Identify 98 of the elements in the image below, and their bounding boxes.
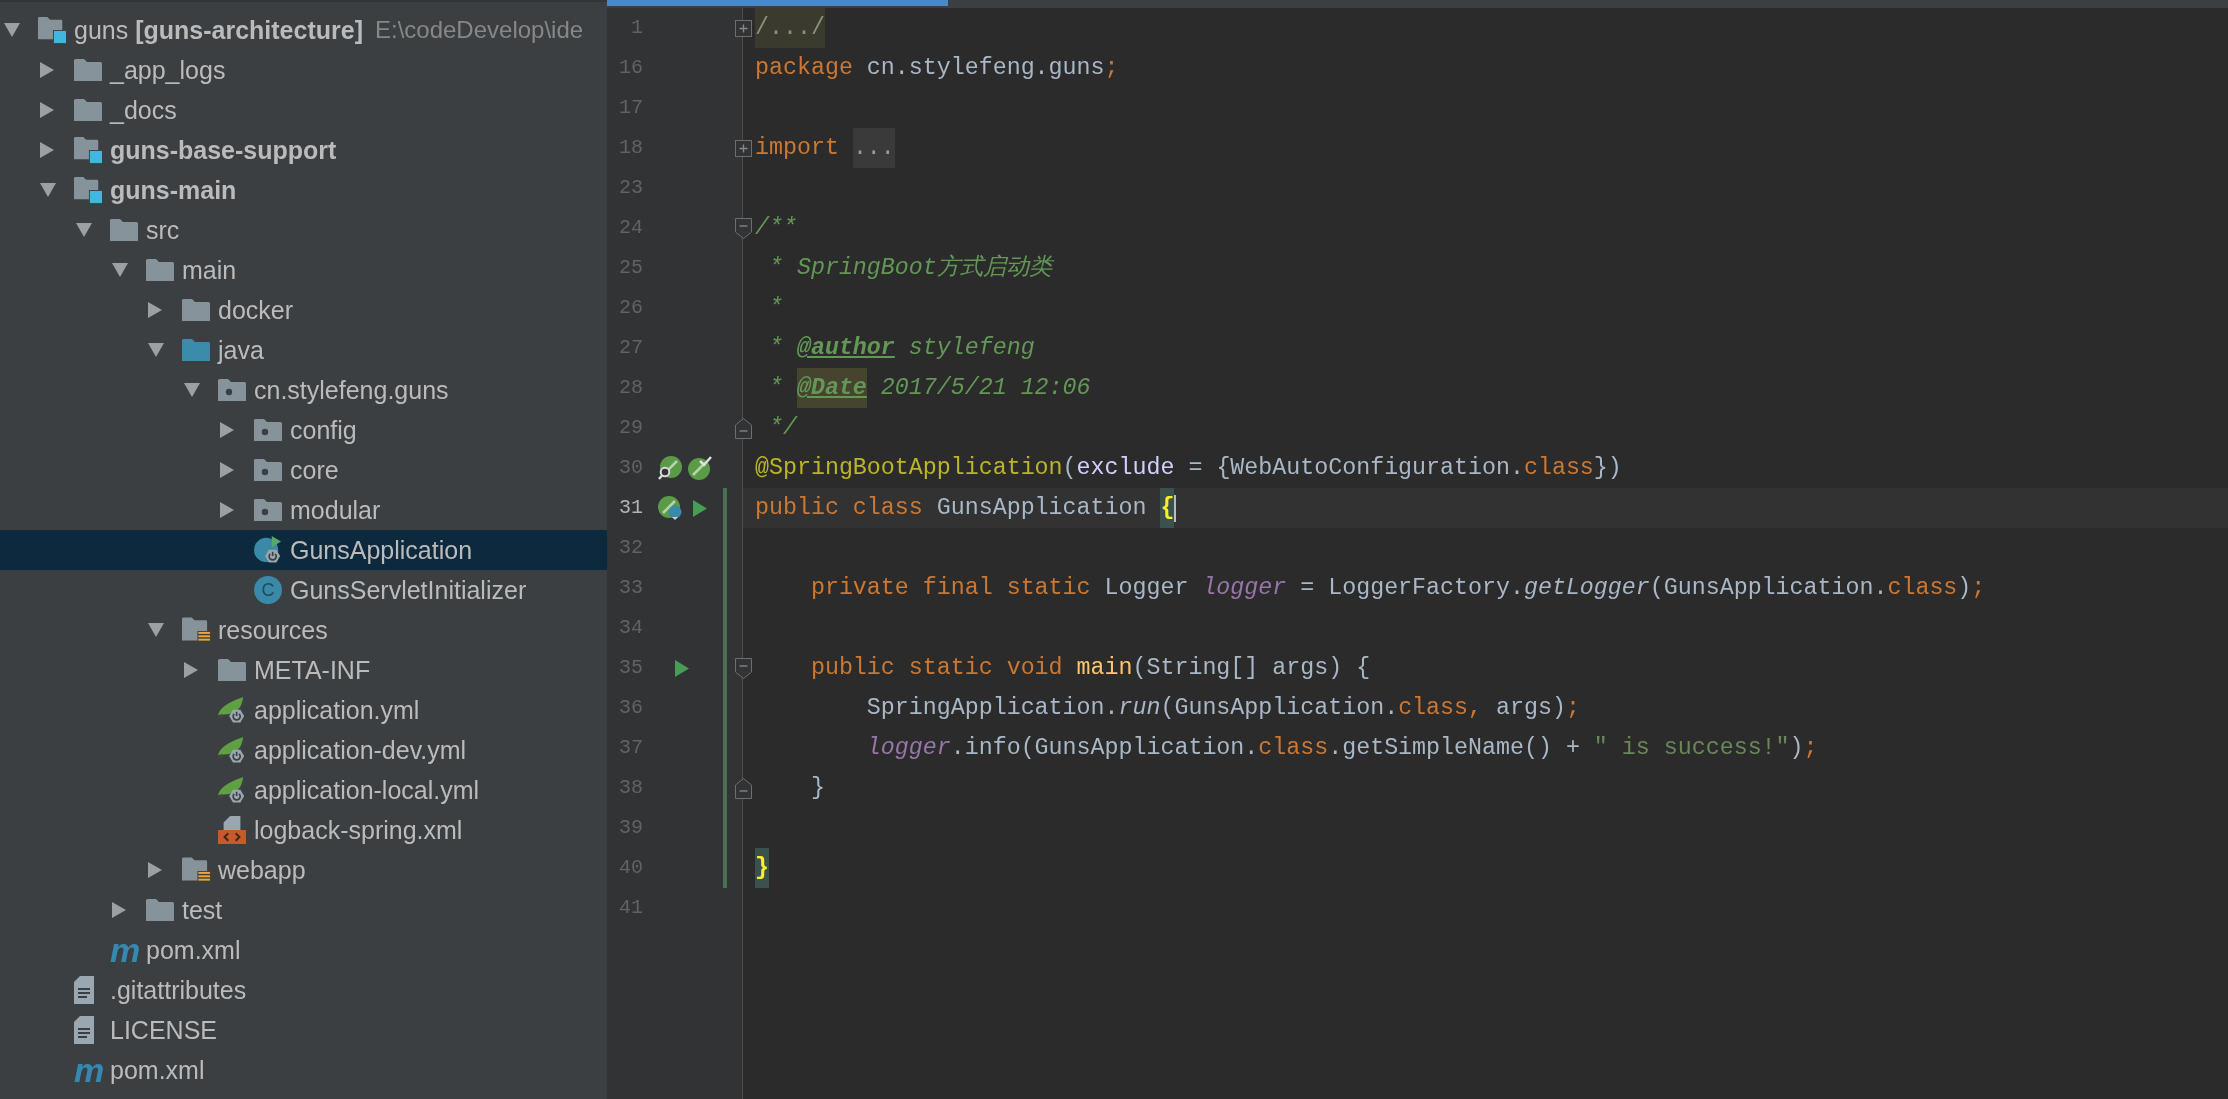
tree-item[interactable]: test (0, 890, 607, 930)
package-folder-icon (254, 499, 282, 521)
package-folder-icon (218, 379, 246, 401)
tree-item[interactable]: application-local.yml (0, 770, 607, 810)
code-line: public class GunsApplication { (755, 488, 1175, 528)
leaf-check-icon[interactable] (688, 456, 712, 480)
source-folder-icon (182, 339, 210, 361)
tree-item[interactable]: application.yml (0, 690, 607, 730)
fold-expand-icon[interactable] (735, 19, 752, 37)
tree-item[interactable]: java (0, 330, 607, 370)
folder-icon (74, 99, 102, 121)
package-folder-icon (254, 459, 282, 481)
m-letter-icon: m (110, 938, 141, 962)
code-line: * @author stylefeng (767, 334, 1035, 363)
c-circle-icon: C (254, 576, 282, 604)
tree-item[interactable]: .gitattributes (0, 970, 607, 1010)
code-line: } (809, 774, 825, 803)
code-line: */ (767, 414, 797, 443)
folder-icon (74, 59, 102, 81)
fold-expand-icon[interactable] (735, 139, 752, 157)
folder-icon (146, 259, 174, 281)
tree-item[interactable]: main (0, 250, 607, 290)
disclosure-triangle-icon[interactable] (40, 183, 56, 197)
tree-item[interactable]: META-INF (0, 650, 607, 690)
fold-collapse-icon[interactable] (735, 217, 752, 239)
code-line: package cn.stylefeng.guns; (755, 54, 1119, 83)
code-line: logger.info(GunsApplication.class.getSimpleName() + " is success!"); (865, 734, 1818, 763)
text-file-icon (74, 1016, 94, 1044)
module-folder-icon (74, 136, 102, 164)
disclosure-triangle-icon[interactable] (76, 223, 92, 237)
code-line: * @Date 2017/5/21 12:06 (755, 368, 1091, 408)
disclosure-triangle-icon[interactable] (40, 142, 54, 158)
tree-item[interactable]: core (0, 450, 607, 490)
disclosure-triangle-icon[interactable] (148, 343, 164, 357)
leaf-config-icon (218, 735, 246, 765)
disclosure-triangle-icon[interactable] (220, 462, 234, 478)
tree-item[interactable]: _app_logs (0, 50, 607, 90)
tree-item[interactable]: logback-spring.xml (0, 810, 607, 850)
folder-icon (110, 219, 138, 241)
tree-item[interactable]: GunsApplication (0, 530, 607, 570)
code-line: public static void main(String[] args) { (809, 654, 1371, 683)
folder-icon (218, 659, 246, 681)
disclosure-triangle-icon[interactable] (220, 502, 234, 518)
run-icon[interactable] (674, 659, 689, 677)
fold-collapse-icon[interactable] (735, 657, 752, 679)
leaf-config-icon (218, 695, 246, 725)
tree-item[interactable]: config (0, 410, 607, 450)
runnable-class-icon (254, 535, 282, 565)
code-line: @SpringBootApplication(exclude = {WebAutoConfiguration.class}) (755, 454, 1622, 483)
tree-item[interactable]: cn.stylefeng.guns (0, 370, 607, 410)
resource-folder-icon (182, 857, 210, 883)
tree-item[interactable]: LICENSE (0, 1010, 607, 1050)
leaf-config-icon (218, 775, 246, 805)
tree-item[interactable]: webapp (0, 850, 607, 890)
code-line: * SpringBoot方式启动类 (767, 253, 1052, 283)
tree-item[interactable]: guns [guns-architecture] E:\codeDevelop\ide (0, 10, 607, 50)
module-folder-icon (38, 16, 66, 44)
leaf-class-icon[interactable] (658, 496, 682, 520)
code-line: SpringApplication.run(GunsApplication.class, args); (865, 694, 1580, 723)
module-folder-icon (74, 176, 102, 204)
disclosure-triangle-icon[interactable] (40, 102, 54, 118)
code-line: private final static Logger logger = LoggerFactory.getLogger(GunsApplication.class); (809, 574, 1986, 603)
disclosure-triangle-icon[interactable] (40, 62, 54, 78)
disclosure-triangle-icon[interactable] (4, 23, 20, 37)
tree-item[interactable]: guns-main (0, 170, 607, 210)
text-cursor (1174, 494, 1177, 522)
disclosure-triangle-icon[interactable] (148, 302, 162, 318)
code-line: import ... (755, 128, 895, 168)
tree-item[interactable]: modular (0, 490, 607, 530)
text-file-icon (74, 976, 94, 1004)
tree-item[interactable]: guns-base-support (0, 130, 607, 170)
tree-item[interactable]: resources (0, 610, 607, 650)
disclosure-triangle-icon[interactable] (148, 623, 164, 637)
tree-item[interactable]: src (0, 210, 607, 250)
folder-icon (182, 299, 210, 321)
code-line: * (767, 294, 783, 323)
line-number: 31 (619, 495, 644, 521)
leaf-search-icon[interactable] (658, 456, 682, 480)
tree-item[interactable]: _docs (0, 90, 607, 130)
run-icon[interactable] (693, 499, 707, 517)
tree-item[interactable]: m pom.xml (0, 930, 607, 970)
code-line: /** (755, 214, 797, 243)
resource-folder-icon (182, 617, 210, 643)
disclosure-triangle-icon[interactable] (112, 902, 126, 918)
disclosure-triangle-icon[interactable] (148, 862, 162, 878)
disclosure-triangle-icon[interactable] (184, 662, 198, 678)
tree-item[interactable]: C GunsServletInitializer (0, 570, 607, 610)
disclosure-triangle-icon[interactable] (184, 383, 200, 397)
project-path: E:\codeDevelop\ide (375, 16, 584, 44)
tree-item[interactable]: application-dev.yml (0, 730, 607, 770)
tree-item[interactable]: m pom.xml (0, 1050, 607, 1090)
tree-item[interactable]: docker (0, 290, 607, 330)
package-folder-icon (254, 419, 282, 441)
disclosure-triangle-icon[interactable] (112, 263, 128, 277)
disclosure-triangle-icon[interactable] (220, 422, 234, 438)
folder-icon (146, 899, 174, 921)
m-letter-icon: m (74, 1058, 105, 1082)
xml-file-icon (218, 815, 246, 845)
